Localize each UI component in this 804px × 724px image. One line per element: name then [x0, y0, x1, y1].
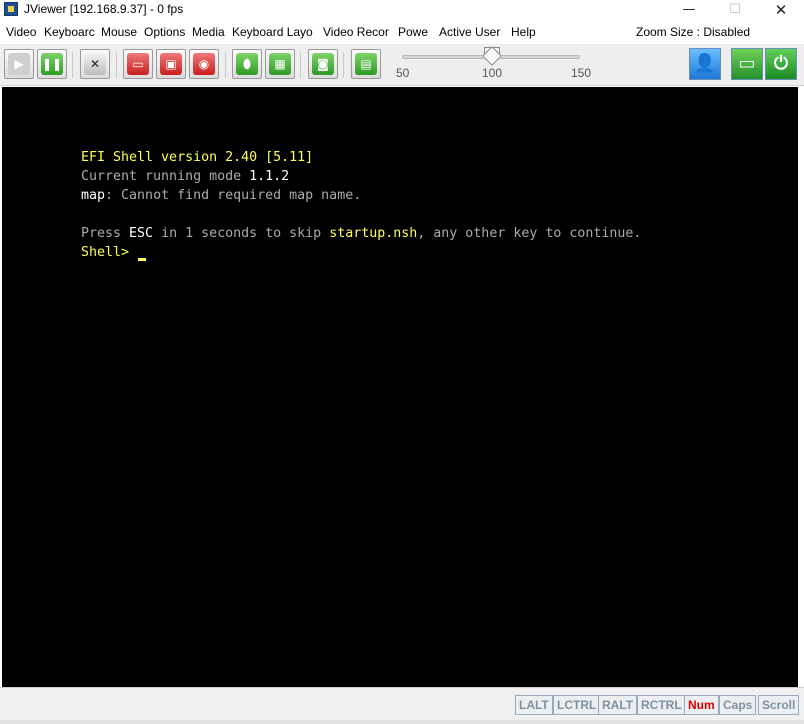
menu-keyboard-layout[interactable]: Keyboard Layo — [232, 25, 316, 39]
mouse-button[interactable]: ⬮ — [232, 49, 262, 79]
maximize-button[interactable]: ☐ — [712, 0, 758, 20]
status-key-lctrl[interactable]: LCTRL — [553, 695, 601, 715]
console-cursor — [138, 258, 146, 261]
fullscreen-icon: ✕ — [84, 53, 106, 75]
jviewer-app-icon — [4, 2, 18, 16]
status-key-scroll[interactable]: Scroll — [758, 695, 800, 715]
toolbar-separator — [300, 52, 301, 78]
console-text: Press — [81, 226, 130, 241]
zoom-slider-mid-label: 100 — [482, 66, 503, 80]
toolbar-separator — [116, 52, 117, 78]
toolbar-separator — [72, 52, 73, 78]
mouse-icon: ⬮ — [236, 53, 258, 75]
keyboard-button[interactable]: ▦ — [265, 49, 295, 79]
console-line-map: map: Cannot find required map name. — [81, 188, 361, 203]
menu-keyboard[interactable]: Keyboarc — [44, 25, 96, 39]
console-text: in 1 seconds to skip — [153, 226, 330, 241]
power-icon: ⏻ — [773, 53, 789, 74]
floppy-icon: ▣ — [160, 53, 182, 75]
window-bottom-edge — [0, 720, 804, 724]
fullscreen-button[interactable]: ✕ — [80, 49, 110, 79]
console-text: 1.1.2 — [249, 169, 290, 184]
toolbar-separator — [343, 52, 344, 78]
monitor-icon: ▭ — [738, 53, 756, 74]
console-text: map — [81, 188, 106, 203]
console-text: startup.nsh — [329, 226, 418, 241]
console-text: ESC — [129, 226, 154, 241]
console-text: : Cannot find required map name. — [105, 188, 362, 203]
menu-power[interactable]: Powe — [398, 25, 434, 39]
status-key-num[interactable]: Num — [684, 695, 719, 715]
cdrom-redirect-button[interactable]: ▭ — [123, 49, 153, 79]
menu-help[interactable]: Help — [511, 25, 536, 39]
remote-console-screen[interactable]: EFI Shell version 2.40 [5.11] Current ru… — [2, 87, 798, 687]
play-button[interactable]: ▶ — [4, 49, 34, 79]
pause-button[interactable]: ❚❚ — [37, 49, 67, 79]
hotkeys-icon: ▤ — [355, 53, 377, 75]
toolbar-separator — [225, 52, 226, 78]
zoom-slider-min-label: 50 — [396, 66, 410, 80]
menu-video[interactable]: Video — [6, 25, 36, 39]
menu-options[interactable]: Options — [144, 25, 185, 39]
video-record-button[interactable]: ◙ — [308, 49, 338, 79]
title-bar: JViewer [192.168.9.37] - 0 fps — ☐ ✕ — [0, 0, 804, 20]
status-key-caps[interactable]: Caps — [719, 695, 757, 715]
console-text: Current running mode — [81, 169, 250, 184]
status-key-ralt[interactable]: RALT — [598, 695, 638, 715]
window-title: JViewer [192.168.9.37] - 0 fps — [24, 2, 184, 16]
active-users-button[interactable]: 👤 — [689, 48, 721, 80]
menu-bar: Video Keyboarc Mouse Options Media Keybo… — [0, 20, 804, 44]
menu-video-record[interactable]: Video Recor — [323, 25, 393, 39]
cd-icon: ▭ — [127, 53, 149, 75]
play-icon: ▶ — [8, 53, 30, 75]
console-line-running-mode: Current running mode 1.1.2 — [81, 169, 289, 184]
zoom-size-status: Zoom Size : Disabled — [636, 25, 751, 39]
console-line-startup-prompt: Press ESC in 1 seconds to skip startup.n… — [81, 226, 641, 241]
console-line-efi-version: EFI Shell version 2.40 [5.11] — [81, 150, 314, 165]
keyboard-icon: ▦ — [269, 53, 291, 75]
video-record-icon: ◙ — [312, 53, 334, 75]
menu-active-user[interactable]: Active User — [439, 25, 500, 39]
zoom-slider-max-label: 150 — [571, 66, 592, 80]
console-shell-prompt: Shell> — [81, 245, 130, 260]
pause-icon: ❚❚ — [41, 53, 63, 75]
harddisk-icon: ◉ — [193, 53, 215, 75]
status-key-rctrl[interactable]: RCTRL — [637, 695, 686, 715]
console-text: , any other key to continue. — [417, 226, 642, 241]
menu-media[interactable]: Media — [192, 25, 225, 39]
minimize-button[interactable]: — — [666, 0, 712, 20]
harddisk-redirect-button[interactable]: ◉ — [189, 49, 219, 79]
power-button[interactable]: ⏻ — [765, 48, 797, 80]
status-key-lalt[interactable]: LALT — [515, 695, 553, 715]
user-icon: 👤 — [693, 53, 717, 74]
floppy-redirect-button[interactable]: ▣ — [156, 49, 186, 79]
host-display-button[interactable]: ▭ — [731, 48, 763, 80]
hotkeys-button[interactable]: ▤ — [351, 49, 381, 79]
close-button[interactable]: ✕ — [758, 0, 804, 20]
menu-mouse[interactable]: Mouse — [101, 25, 137, 39]
